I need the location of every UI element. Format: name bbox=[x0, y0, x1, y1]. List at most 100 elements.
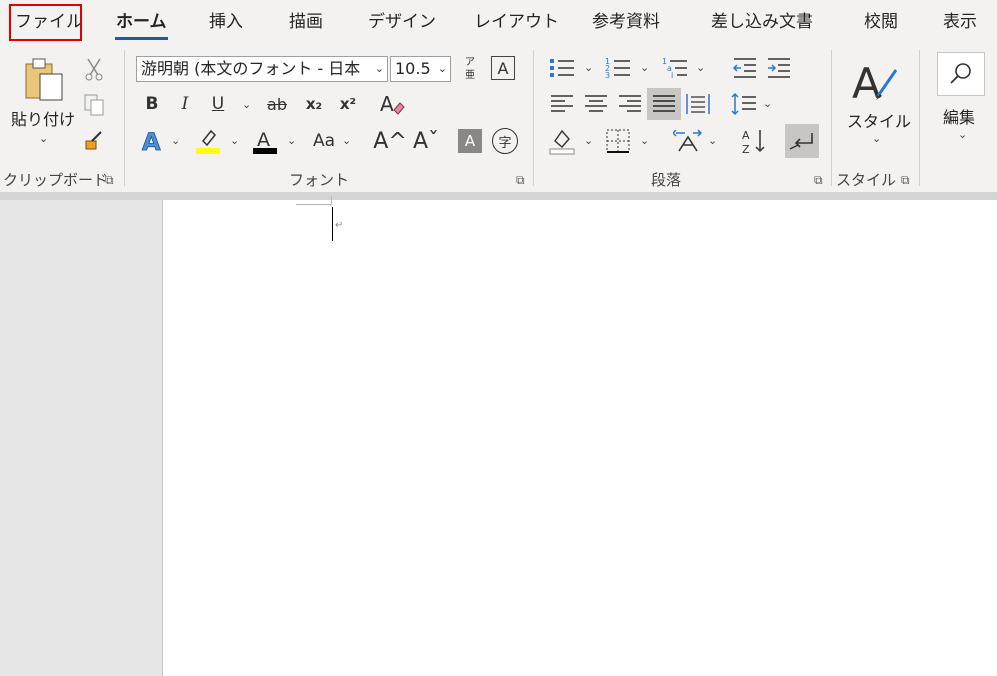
paste-icon[interactable] bbox=[22, 56, 66, 104]
decrease-indent-icon[interactable] bbox=[732, 55, 758, 81]
font-size-chevron-down-icon[interactable]: ⌄ bbox=[438, 57, 447, 81]
tab-design[interactable]: デザイン bbox=[368, 0, 436, 44]
font-name-combo[interactable]: 游明朝 (本文のフォント - 日本 ⌄ bbox=[136, 56, 388, 82]
tab-mailings[interactable]: 差し込み文書 bbox=[711, 0, 813, 44]
tab-references[interactable]: 参考資料 bbox=[592, 0, 660, 44]
text-effects-chevron-down-icon[interactable]: ⌄ bbox=[171, 135, 180, 147]
tab-view[interactable]: 表示 bbox=[943, 0, 977, 44]
cut-icon[interactable] bbox=[82, 56, 106, 82]
line-spacing-chevron-down-icon[interactable]: ⌄ bbox=[763, 98, 772, 110]
group-separator bbox=[831, 50, 832, 186]
shading-chevron-down-icon[interactable]: ⌄ bbox=[584, 135, 593, 147]
borders-icon[interactable] bbox=[605, 127, 631, 155]
styles-chevron-down-icon[interactable]: ⌄ bbox=[872, 133, 881, 145]
font-size-combo[interactable]: 10.5 ⌄ bbox=[390, 56, 451, 82]
increase-indent-icon[interactable] bbox=[766, 55, 792, 81]
clipboard-group-label: クリップボード bbox=[3, 171, 109, 189]
text-cursor bbox=[332, 207, 333, 241]
ribbon-tabs: ファイル ホーム 挿入 描画 デザイン レイアウト 参考資料 差し込み文書 校閲… bbox=[0, 0, 997, 44]
bullets-chevron-down-icon[interactable]: ⌄ bbox=[584, 62, 593, 74]
font-group-label: フォント bbox=[289, 171, 350, 189]
text-effects-icon[interactable]: A bbox=[140, 127, 166, 155]
svg-text:A: A bbox=[742, 129, 750, 142]
italic-button[interactable]: I bbox=[176, 93, 194, 115]
font-dialog-launcher-icon[interactable]: ⧉ bbox=[516, 173, 525, 187]
margin-corner-mark bbox=[331, 196, 332, 205]
svg-text:A: A bbox=[142, 128, 161, 155]
paste-chevron-down-icon[interactable]: ⌄ bbox=[39, 133, 48, 145]
editing-label[interactable]: 編集 bbox=[943, 104, 975, 128]
font-name-chevron-down-icon[interactable]: ⌄ bbox=[375, 57, 384, 81]
line-spacing-icon[interactable] bbox=[730, 91, 758, 117]
multilevel-list-icon[interactable]: 1ai bbox=[662, 55, 688, 81]
sort-icon[interactable]: AZ bbox=[740, 127, 770, 155]
show-formatting-marks-icon[interactable] bbox=[785, 124, 819, 158]
group-separator bbox=[533, 50, 534, 186]
strikethrough-button[interactable]: ab bbox=[264, 93, 290, 115]
character-border-icon[interactable]: A bbox=[491, 56, 515, 80]
underline-chevron-down-icon[interactable]: ⌄ bbox=[242, 99, 251, 111]
align-left-icon[interactable] bbox=[549, 91, 575, 117]
numbering-chevron-down-icon[interactable]: ⌄ bbox=[640, 62, 649, 74]
multilevel-chevron-down-icon[interactable]: ⌄ bbox=[696, 62, 705, 74]
font-size-value: 10.5 bbox=[395, 59, 431, 78]
numbering-icon[interactable]: 123 bbox=[605, 55, 631, 81]
editing-chevron-down-icon[interactable]: ⌄ bbox=[958, 129, 967, 141]
align-center-icon[interactable] bbox=[583, 91, 609, 117]
font-color-icon[interactable]: A bbox=[252, 127, 278, 155]
phonetic-guide-bottom: 亜 bbox=[465, 70, 475, 81]
superscript-button[interactable]: x² bbox=[336, 93, 360, 115]
document-page[interactable] bbox=[162, 200, 997, 676]
file-tab-highlight-box bbox=[9, 4, 82, 41]
character-shading-icon[interactable]: A bbox=[458, 129, 482, 153]
bullets-icon[interactable] bbox=[549, 55, 575, 81]
grow-font-button[interactable]: A^ bbox=[373, 126, 406, 156]
search-icon[interactable] bbox=[937, 52, 985, 96]
clipboard-dialog-launcher-icon[interactable]: ⧉ bbox=[105, 173, 114, 187]
tab-draw[interactable]: 描画 bbox=[289, 0, 323, 44]
align-right-icon[interactable] bbox=[617, 91, 643, 117]
tab-review[interactable]: 校閲 bbox=[864, 0, 898, 44]
bold-button[interactable]: B bbox=[143, 93, 161, 115]
tab-layout[interactable]: レイアウト bbox=[474, 0, 559, 44]
styles-group-label: スタイル bbox=[836, 171, 897, 189]
font-name-value: 游明朝 (本文のフォント - 日本 bbox=[141, 59, 361, 78]
shrink-font-button[interactable]: Aˇ bbox=[410, 126, 442, 156]
asian-layout-icon[interactable] bbox=[673, 127, 703, 155]
styles-label[interactable]: スタイル bbox=[847, 108, 911, 132]
asian-layout-chevron-down-icon[interactable]: ⌄ bbox=[708, 135, 717, 147]
svg-text:3: 3 bbox=[605, 71, 610, 80]
margin-corner-mark bbox=[296, 204, 332, 205]
svg-text:i: i bbox=[671, 71, 673, 80]
selected-tab-indicator bbox=[115, 37, 168, 40]
shading-icon[interactable] bbox=[549, 127, 575, 155]
styles-dialog-launcher-icon[interactable]: ⧉ bbox=[901, 173, 910, 187]
change-case-button[interactable]: Aa bbox=[309, 130, 339, 152]
ribbon-shadow bbox=[0, 192, 997, 200]
highlight-color-icon[interactable] bbox=[195, 127, 221, 155]
group-separator bbox=[919, 50, 920, 186]
highlight-chevron-down-icon[interactable]: ⌄ bbox=[230, 135, 239, 147]
paragraph-dialog-launcher-icon[interactable]: ⧉ bbox=[814, 173, 823, 187]
enclose-characters-icon[interactable]: 字 bbox=[492, 128, 518, 154]
svg-text:Z: Z bbox=[742, 143, 750, 155]
format-painter-icon[interactable] bbox=[82, 128, 106, 154]
distributed-icon[interactable] bbox=[685, 91, 711, 117]
clear-formatting-icon[interactable]: A bbox=[378, 90, 406, 118]
copy-icon[interactable] bbox=[82, 92, 106, 118]
justify-icon[interactable] bbox=[647, 88, 681, 120]
paste-label[interactable]: 貼り付け bbox=[11, 106, 75, 130]
paragraph-group-label: 段落 bbox=[651, 171, 682, 189]
font-color-chevron-down-icon[interactable]: ⌄ bbox=[287, 135, 296, 147]
svg-text:A: A bbox=[852, 59, 881, 104]
paragraph-mark: ↵ bbox=[335, 220, 344, 231]
phonetic-guide-icon[interactable]: ア 亜 bbox=[461, 54, 479, 84]
borders-chevron-down-icon[interactable]: ⌄ bbox=[640, 135, 649, 147]
underline-button[interactable]: U bbox=[209, 93, 227, 115]
subscript-button[interactable]: x₂ bbox=[302, 93, 326, 115]
phonetic-guide-top: ア bbox=[465, 57, 475, 68]
document-left-gutter bbox=[0, 200, 162, 676]
styles-icon[interactable]: A bbox=[848, 56, 902, 104]
tab-insert[interactable]: 挿入 bbox=[209, 0, 243, 44]
change-case-chevron-down-icon[interactable]: ⌄ bbox=[342, 135, 351, 147]
